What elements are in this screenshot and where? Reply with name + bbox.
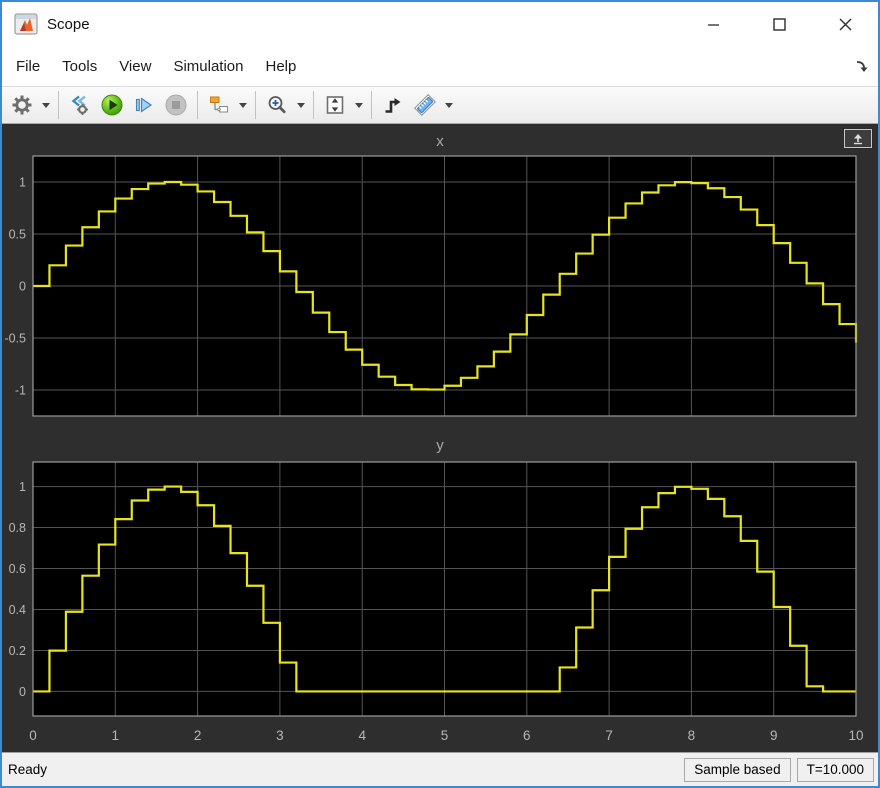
statusbar: Ready Sample based T=10.000 <box>2 752 878 786</box>
svg-text:1: 1 <box>112 728 120 743</box>
toolbar <box>2 86 878 124</box>
chart-y-canvas[interactable]: 00.20.40.60.81012345678910 <box>2 456 878 752</box>
svg-text:8: 8 <box>688 728 696 743</box>
chart-x-title: x <box>2 132 878 152</box>
plot-area: x -1-0.500.51 y 00.20.40.60.810123456789… <box>2 124 878 752</box>
svg-text:0: 0 <box>19 685 26 699</box>
svg-text:0.4: 0.4 <box>9 603 26 617</box>
minimize-button[interactable] <box>680 2 746 46</box>
menu-simulation[interactable]: Simulation <box>173 58 243 75</box>
scale-axes-button[interactable] <box>319 90 351 120</box>
svg-text:0.2: 0.2 <box>9 644 26 658</box>
chart-x-canvas[interactable]: -1 -0.5 0 0.5 1 <box>2 152 878 422</box>
close-button[interactable] <box>812 2 878 46</box>
svg-text:5: 5 <box>441 728 449 743</box>
maximize-button[interactable] <box>746 2 812 46</box>
window-title: Scope <box>47 16 90 33</box>
configuration-dropdown-caret[interactable] <box>38 90 53 120</box>
menu-tools[interactable]: Tools <box>62 58 97 75</box>
toolbar-separator <box>371 91 372 119</box>
svg-text:0.5: 0.5 <box>9 227 26 241</box>
svg-text:3: 3 <box>276 728 284 743</box>
svg-text:0: 0 <box>19 279 26 293</box>
svg-text:-1: -1 <box>15 383 26 397</box>
menu-file[interactable]: File <box>16 58 40 75</box>
expand-panel-button[interactable] <box>844 129 872 148</box>
stepping-options-button[interactable] <box>64 90 96 120</box>
status-mode-badge: Sample based <box>684 758 790 782</box>
highlight-simulink-block-button[interactable] <box>203 90 235 120</box>
chart-y-title: y <box>2 436 878 456</box>
toolbar-separator <box>197 91 198 119</box>
scope-app-icon <box>14 12 38 36</box>
dock-arrow-icon[interactable] <box>854 58 870 74</box>
zoom-dropdown-caret[interactable] <box>293 90 308 120</box>
svg-text:7: 7 <box>605 728 613 743</box>
status-panels: Sample based T=10.000 <box>678 758 878 782</box>
triggers-button[interactable] <box>377 90 409 120</box>
scope-window: Scope File Tools View Simulation Help <box>0 0 880 788</box>
svg-text:2: 2 <box>194 728 202 743</box>
toolbar-separator <box>255 91 256 119</box>
configuration-gear-button[interactable] <box>6 90 38 120</box>
menu-view[interactable]: View <box>119 58 151 75</box>
svg-text:10: 10 <box>848 728 863 743</box>
svg-text:-0.5: -0.5 <box>4 331 26 345</box>
titlebar: Scope <box>2 2 878 46</box>
toolbar-separator <box>313 91 314 119</box>
status-time-badge: T=10.000 <box>797 758 874 782</box>
svg-text:1: 1 <box>19 480 26 494</box>
stop-button[interactable] <box>160 90 192 120</box>
zoom-button[interactable] <box>261 90 293 120</box>
status-text: Ready <box>2 762 47 777</box>
menubar: File Tools View Simulation Help <box>2 46 878 86</box>
svg-text:9: 9 <box>770 728 778 743</box>
scale-axes-dropdown-caret[interactable] <box>351 90 366 120</box>
svg-text:6: 6 <box>523 728 531 743</box>
toolbar-separator <box>58 91 59 119</box>
highlight-dropdown-caret[interactable] <box>235 90 250 120</box>
menu-help[interactable]: Help <box>266 58 297 75</box>
svg-text:0.6: 0.6 <box>9 562 26 576</box>
svg-text:4: 4 <box>358 728 366 743</box>
svg-text:0.8: 0.8 <box>9 521 26 535</box>
svg-text:0: 0 <box>29 728 37 743</box>
cursor-measurements-button[interactable] <box>409 90 441 120</box>
step-forward-button[interactable] <box>128 90 160 120</box>
svg-text:1: 1 <box>19 175 26 189</box>
measurements-dropdown-caret[interactable] <box>441 90 456 120</box>
run-button[interactable] <box>96 90 128 120</box>
window-controls <box>680 2 878 46</box>
